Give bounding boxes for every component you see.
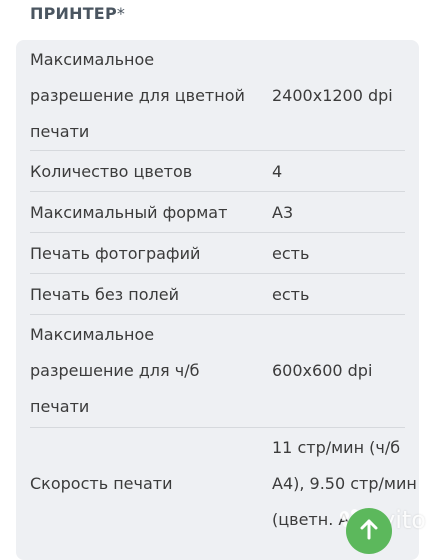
required-mark: *: [116, 4, 126, 23]
spec-label: Печать без полей: [30, 285, 179, 304]
spec-row-photo-print: Печать фотографий есть: [30, 233, 405, 274]
section-title-text: ПРИНТЕР: [30, 4, 117, 23]
spec-label: Скорость печати: [30, 474, 173, 493]
spec-value: есть: [272, 244, 310, 263]
spec-label: Максимальное разрешение для ч/б печати: [30, 325, 200, 416]
spec-value: A3: [272, 203, 294, 222]
spec-row-max-format: Максимальный формат A3: [30, 192, 405, 233]
spec-label: Печать фотографий: [30, 244, 201, 263]
spec-value: есть: [272, 285, 310, 304]
spec-label: Максимальный формат: [30, 203, 228, 222]
spec-value: 2400x1200 dpi: [272, 86, 393, 105]
spec-value: 600x600 dpi: [272, 361, 373, 380]
spec-row-colors-count: Количество цветов 4: [30, 151, 405, 192]
specs-card: Максимальное разрешение для цветной печа…: [16, 40, 419, 560]
spec-row-bw-resolution: Максимальное разрешение для ч/б печати 6…: [30, 315, 405, 428]
spec-label: Количество цветов: [30, 162, 193, 181]
scroll-up-button[interactable]: [346, 508, 392, 554]
spec-label: Максимальное разрешение для цветной печа…: [30, 50, 245, 141]
spec-row-borderless: Печать без полей есть: [30, 274, 405, 315]
arrow-up-icon: [360, 519, 378, 540]
section-title: ПРИНТЕР*: [30, 4, 125, 23]
spec-value: 4: [272, 162, 283, 181]
spec-row-color-resolution: Максимальное разрешение для цветной печа…: [30, 42, 405, 151]
